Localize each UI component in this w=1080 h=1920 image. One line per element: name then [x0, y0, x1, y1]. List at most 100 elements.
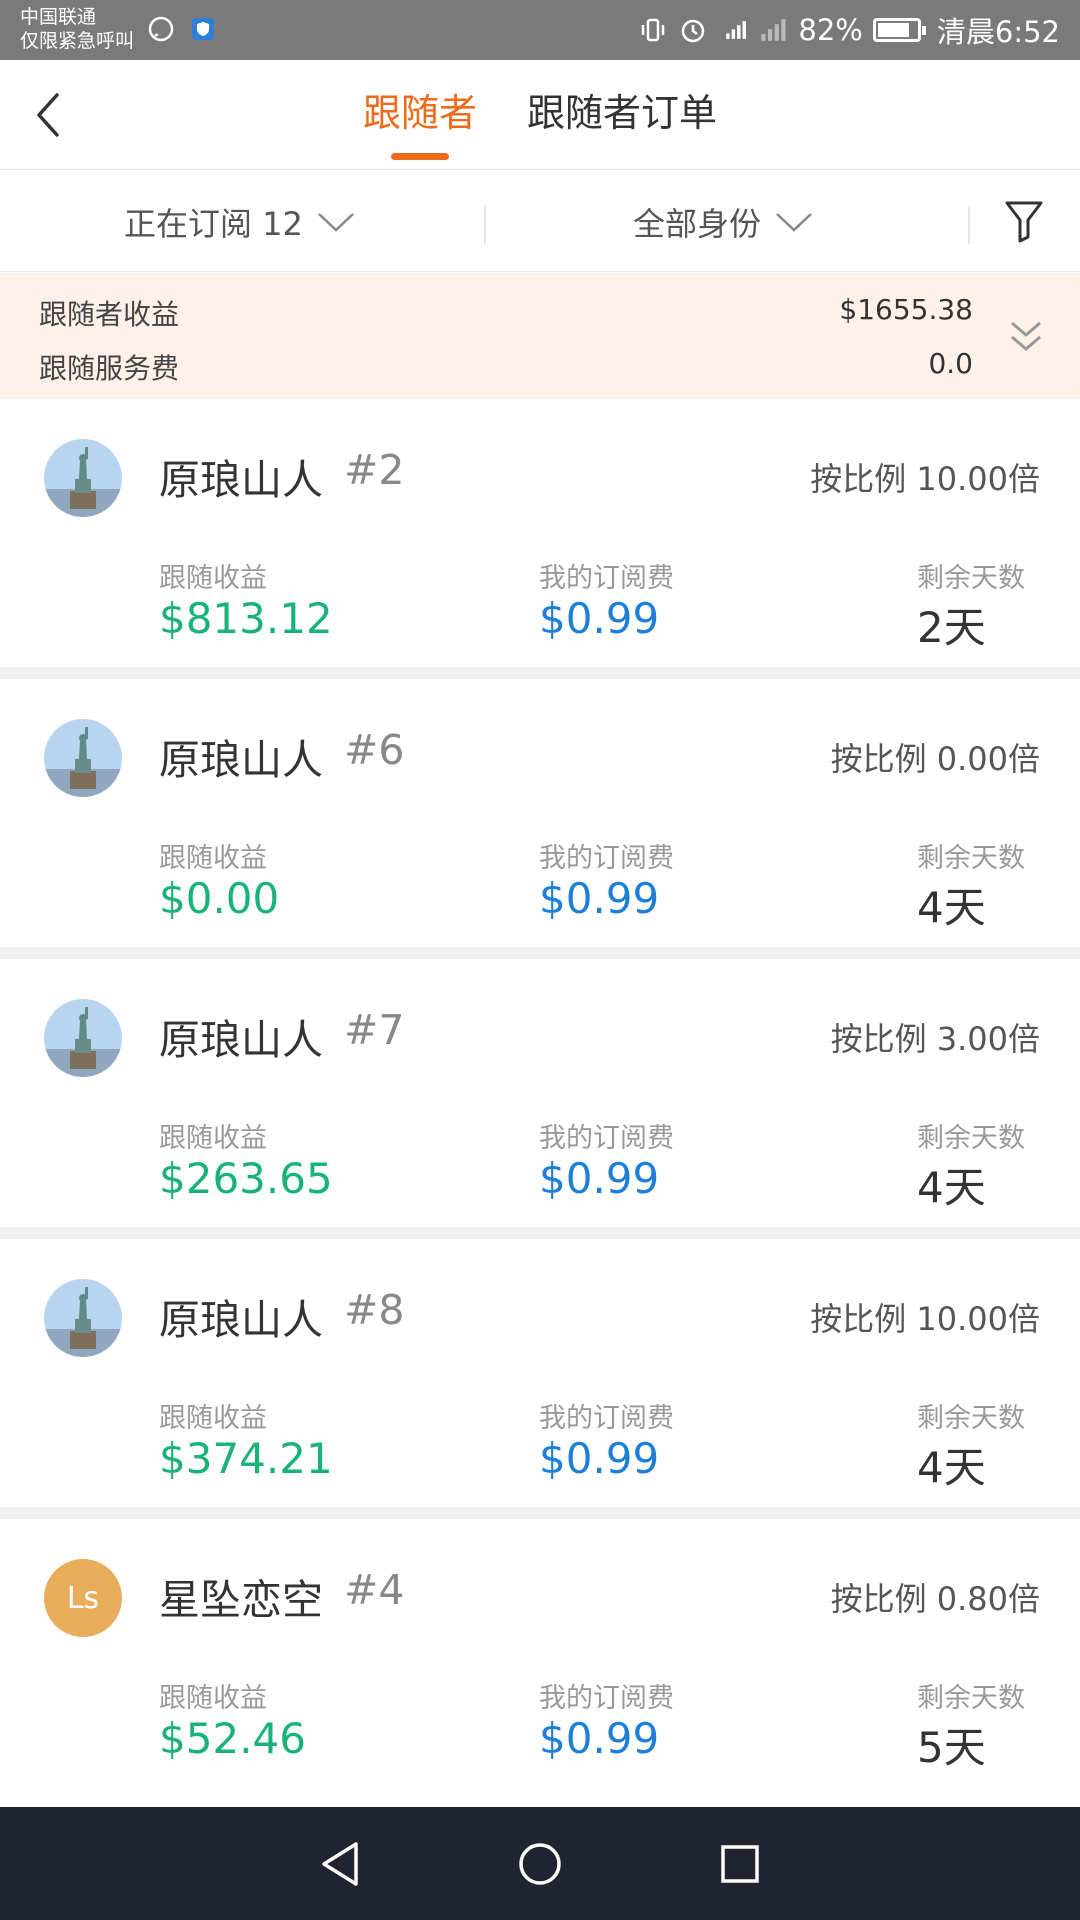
- earnings-label: 跟随收益: [159, 1403, 267, 1434]
- follower-card[interactable]: 原琅山人 #8 按比例 10.00倍跟随收益 我的订阅费 剩余天数 $374.21 $0.9…: [0, 1239, 1080, 1519]
- circle-home-icon: [519, 1843, 561, 1885]
- back-button[interactable]: [18, 85, 78, 145]
- fee-value: $0.99: [539, 1154, 660, 1203]
- follower-name: 原琅山人: [159, 736, 323, 784]
- status-bar: 中国联通 仅限紧急呼叫 82% 清晨6:52: [0, 0, 1080, 60]
- days-label: 剩余天数: [917, 843, 1025, 874]
- expand-summary-button[interactable]: [1006, 317, 1046, 357]
- days-value: 4天: [917, 883, 986, 932]
- earnings-value: $374.21: [159, 1434, 333, 1483]
- chevron-down-icon: [318, 212, 354, 232]
- battery-percent: 82%: [798, 13, 863, 47]
- chat-app-icon: [146, 14, 176, 44]
- subscription-label: 正在订阅 12: [124, 204, 303, 243]
- status-app-icons: [146, 14, 218, 44]
- days-label: 剩余天数: [917, 1683, 1025, 1714]
- carrier-name: 中国联通: [20, 6, 97, 28]
- shield-icon: [188, 14, 218, 44]
- earnings-value: $263.65: [159, 1154, 333, 1203]
- alarm-icon: [678, 15, 708, 45]
- divider: [484, 206, 486, 244]
- avatar[interactable]: [44, 999, 122, 1077]
- follow-ratio: 按比例 10.00倍: [810, 460, 1040, 498]
- fee-value: $0.99: [539, 1714, 660, 1763]
- status-right: 82% 清晨6:52: [638, 0, 1060, 60]
- earnings-label: 跟随收益: [159, 1123, 267, 1154]
- tab-follower-orders[interactable]: 跟随者订单: [527, 88, 717, 138]
- double-chevron-down-icon: [1011, 321, 1041, 351]
- square-recents-icon: [721, 1845, 759, 1883]
- days-label: 剩余天数: [917, 1403, 1025, 1434]
- days-label: 剩余天数: [917, 563, 1025, 594]
- follower-card[interactable]: 原琅山人 #6 按比例 0.00倍跟随收益 我的订阅费 剩余天数 $0.00 $0.99 4天: [0, 679, 1080, 959]
- fee-label: 我的订阅费: [539, 1403, 674, 1434]
- avatar[interactable]: Ls: [44, 1559, 122, 1637]
- filter-bar: 正在订阅 12 全部身份: [0, 171, 1080, 272]
- nav-recents-button[interactable]: [714, 1838, 766, 1890]
- app-header: 跟随者 跟随者订单: [0, 60, 1080, 170]
- earnings-value: $813.12: [159, 594, 333, 643]
- chevron-left-icon: [37, 93, 59, 137]
- fee-value: $0.99: [539, 1434, 660, 1483]
- avatar[interactable]: [44, 719, 122, 797]
- earnings-label: 跟随收益: [159, 1683, 267, 1714]
- system-nav-bar: [0, 1807, 1080, 1920]
- tab-followers[interactable]: 跟随者: [363, 88, 477, 138]
- battery-icon: [872, 18, 926, 42]
- follower-rank: #8: [344, 1286, 405, 1334]
- chevron-down-icon: [776, 212, 812, 232]
- follow-ratio: 按比例 0.80倍: [830, 1580, 1040, 1618]
- service-fee-label: 跟随服务费: [39, 352, 180, 385]
- carrier-status: 仅限紧急呼叫: [20, 30, 135, 52]
- days-label: 剩余天数: [917, 1123, 1025, 1154]
- triangle-back-icon: [322, 1842, 358, 1886]
- follower-rank: #4: [344, 1566, 405, 1614]
- signal-4g-icon: [718, 15, 748, 45]
- nav-home-button[interactable]: [514, 1838, 566, 1890]
- funnel-icon: [1005, 201, 1043, 243]
- subscription-dropdown[interactable]: 正在订阅 12: [124, 171, 355, 272]
- days-value: 2天: [917, 603, 986, 652]
- follower-name: 原琅山人: [159, 1016, 323, 1064]
- earnings-value: $52.46: [159, 1714, 306, 1763]
- vibrate-icon: [638, 15, 668, 45]
- earnings-summary: 跟随者收益 $1655.38 跟随服务费 0.0: [0, 273, 1080, 399]
- follow-ratio: 按比例 3.00倍: [830, 1020, 1040, 1058]
- identity-dropdown[interactable]: 全部身份: [633, 171, 813, 272]
- earnings-label: 跟随收益: [159, 563, 267, 594]
- follower-rank: #6: [344, 726, 405, 774]
- signal-empty-icon: [758, 15, 788, 45]
- follower-card[interactable]: Ls 星坠恋空 #4 按比例 0.80倍跟随收益 我的订阅费 剩余天数 $52.46 $0.9…: [0, 1519, 1080, 1799]
- divider: [968, 206, 970, 244]
- fee-label: 我的订阅费: [539, 1683, 674, 1714]
- follow-ratio: 按比例 10.00倍: [810, 1300, 1040, 1338]
- fee-label: 我的订阅费: [539, 563, 674, 594]
- filter-button[interactable]: [998, 195, 1050, 247]
- service-fee-value: 0.0: [928, 347, 973, 380]
- clock: 清晨6:52: [936, 15, 1060, 49]
- fee-value: $0.99: [539, 594, 660, 643]
- follower-rank: #2: [344, 446, 405, 494]
- follower-list: 原琅山人 #2 按比例 10.00倍 跟随收益 我的订阅费 剩余天数 $813.12 $0.9…: [0, 399, 1080, 1799]
- follower-earnings-label: 跟随者收益: [39, 298, 180, 331]
- fee-label: 我的订阅费: [539, 1123, 674, 1154]
- follower-card[interactable]: 原琅山人 #2 按比例 10.00倍跟随收益 我的订阅费 剩余天数 $813.12 $0.9…: [0, 399, 1080, 679]
- earnings-value: $0.00: [159, 874, 280, 923]
- follower-card[interactable]: 原琅山人 #7 按比例 3.00倍跟随收益 我的订阅费 剩余天数 $263.65 $0.99…: [0, 959, 1080, 1239]
- fee-label: 我的订阅费: [539, 843, 674, 874]
- follower-name: 原琅山人: [159, 456, 323, 504]
- identity-label: 全部身份: [633, 204, 762, 243]
- nav-back-button[interactable]: [314, 1838, 366, 1890]
- days-value: 4天: [917, 1443, 986, 1492]
- follow-ratio: 按比例 0.00倍: [830, 740, 1040, 778]
- follower-name: 原琅山人: [159, 1296, 323, 1344]
- fee-value: $0.99: [539, 874, 660, 923]
- earnings-label: 跟随收益: [159, 843, 267, 874]
- follower-rank: #7: [344, 1006, 405, 1054]
- carrier-info: 中国联通 仅限紧急呼叫: [20, 5, 134, 53]
- days-value: 4天: [917, 1163, 986, 1212]
- follower-name: 星坠恋空: [159, 1576, 323, 1624]
- days-value: 5天: [917, 1723, 986, 1772]
- avatar[interactable]: [44, 1279, 122, 1357]
- avatar[interactable]: [44, 439, 122, 517]
